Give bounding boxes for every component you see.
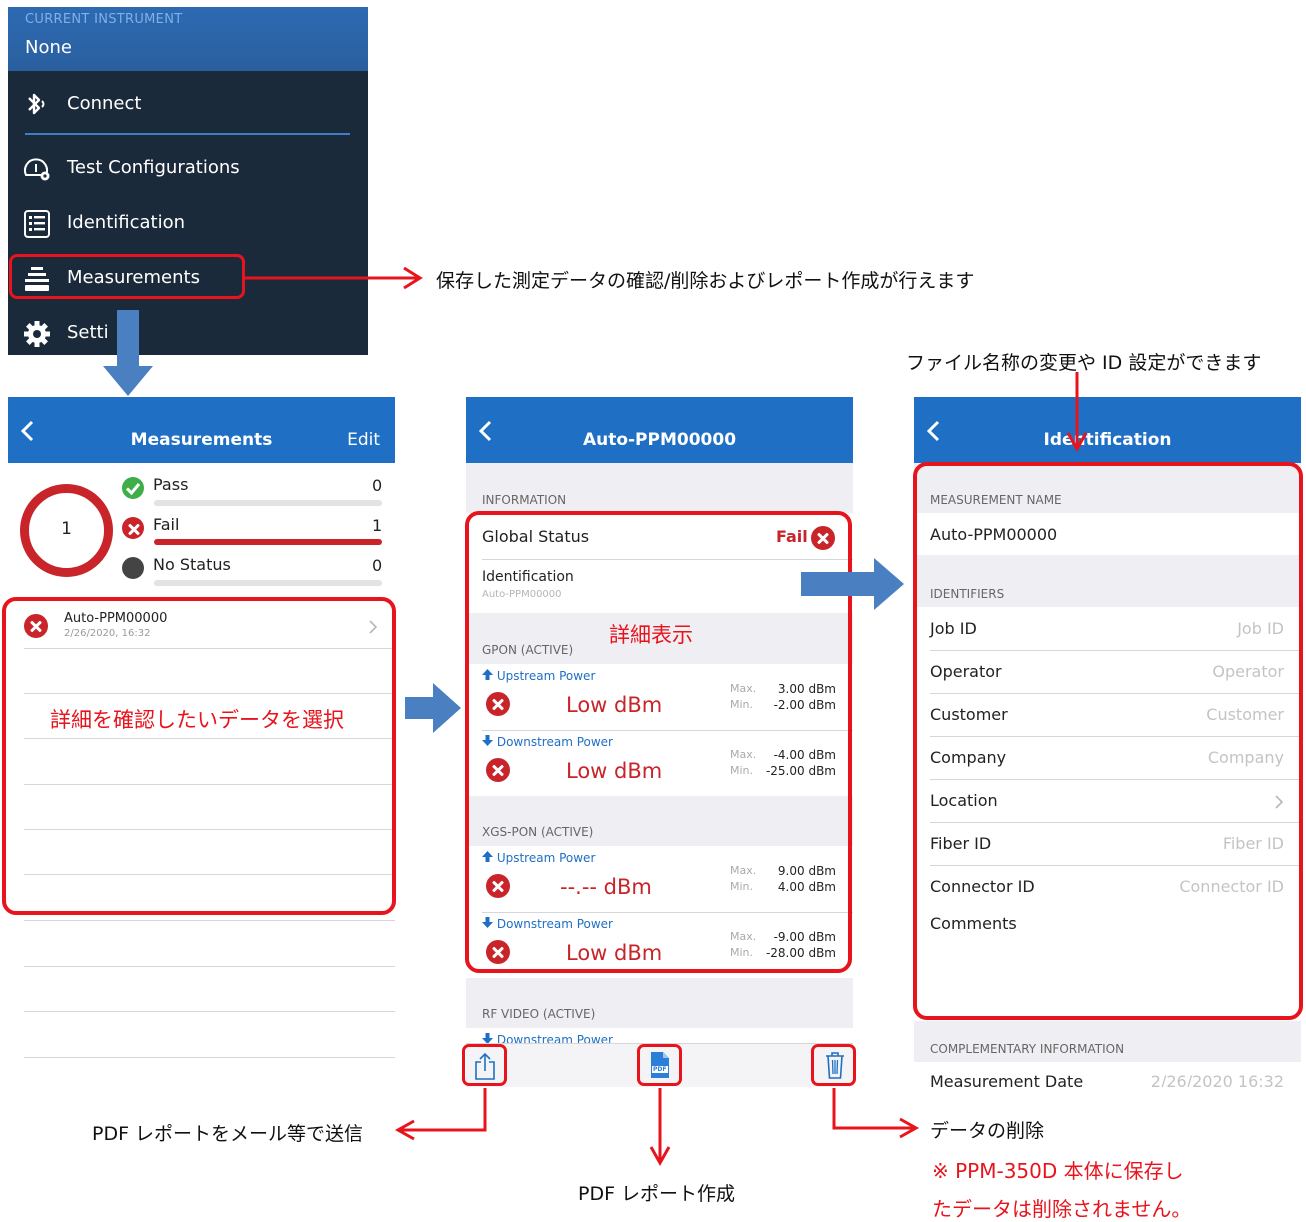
down-arrow-icon [103,310,153,396]
annotation-arrows [103,266,1088,1167]
right-arrow-icon [405,683,461,733]
red-arrows [245,266,1088,1167]
right-arrow-icon [801,558,904,610]
